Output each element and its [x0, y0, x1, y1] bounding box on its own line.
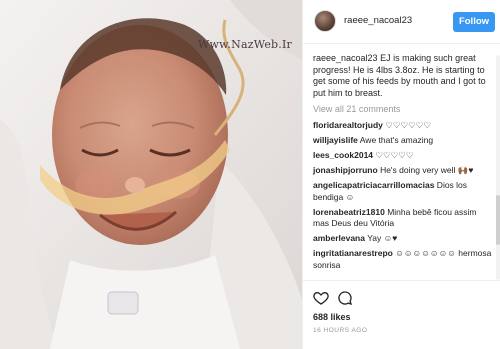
- comment-item: angelicapatriciacarrillomacias Dios los …: [313, 180, 493, 203]
- avatar[interactable]: [314, 10, 336, 32]
- comment-item: willjayislife Awe that's amazing: [313, 135, 493, 147]
- comment-item: lees_cook2014 ♡♡♡♡♡: [313, 150, 493, 162]
- comment-item: ingritatianarestrepo ☺☺☺☺☺☺☺ hermosa son…: [313, 248, 493, 271]
- comment-username[interactable]: amberlevana: [313, 233, 365, 243]
- post-header: raeee_nacoal23 Follow: [303, 0, 500, 44]
- username[interactable]: raeee_nacoal23: [344, 15, 412, 26]
- comment-text: Yay ☺♥: [364, 233, 398, 243]
- post-timestamp: 16 HOURS AGO: [313, 327, 368, 334]
- likes-count[interactable]: 688 likes: [313, 312, 351, 322]
- comment-text: ♡♡♡♡♡♡: [382, 120, 431, 130]
- baby-photo-illustration: [0, 0, 302, 349]
- caption-username[interactable]: raeee_nacoal23: [313, 53, 378, 63]
- comment-item: jonashipjorruno He's doing very well 🙌🏾♥: [313, 165, 493, 177]
- comments-list: floridarealtorjudy ♡♡♡♡♡♡ willjayislife …: [313, 120, 493, 275]
- comment-text: Awe that's amazing: [357, 135, 434, 145]
- watermark-text: Www.NazWeb.Ir: [198, 38, 292, 51]
- comment-text: ♡♡♡♡♡: [373, 150, 414, 160]
- post-caption: raeee_nacoal23 EJ is making such great p…: [313, 53, 495, 99]
- comment-text: He's doing very well 🙌🏾♥: [377, 165, 474, 175]
- comment-username[interactable]: lees_cook2014: [313, 150, 373, 160]
- scrollbar-thumb[interactable]: [496, 195, 500, 245]
- post-sidebar: raeee_nacoal23 Follow raeee_nacoal23 EJ …: [302, 0, 500, 349]
- comment-username[interactable]: floridarealtorjudy: [313, 120, 383, 130]
- comment-username[interactable]: angelicapatriciacarrillomacias: [313, 180, 434, 190]
- comment-item: amberlevana Yay ☺♥: [313, 233, 493, 245]
- comment-item: lorenabeatriz1810 Minha bebê ficou assim…: [313, 207, 493, 230]
- view-all-comments-link[interactable]: View all 21 comments: [313, 104, 400, 114]
- comment-username[interactable]: willjayislife: [313, 135, 358, 145]
- comment-username[interactable]: ingritatianarestrepo: [313, 248, 393, 258]
- follow-button[interactable]: Follow: [453, 12, 495, 32]
- comment-username[interactable]: jonashipjorruno: [313, 165, 378, 175]
- comments-scrollbar[interactable]: [496, 55, 500, 280]
- comment-icon[interactable]: [337, 290, 353, 306]
- post-photo: Www.NazWeb.Ir: [0, 0, 302, 349]
- comment-username[interactable]: lorenabeatriz1810: [313, 207, 385, 217]
- post-actions: 688 likes 16 HOURS AGO: [303, 280, 500, 349]
- heart-icon[interactable]: [313, 290, 329, 306]
- comment-item: floridarealtorjudy ♡♡♡♡♡♡: [313, 120, 493, 132]
